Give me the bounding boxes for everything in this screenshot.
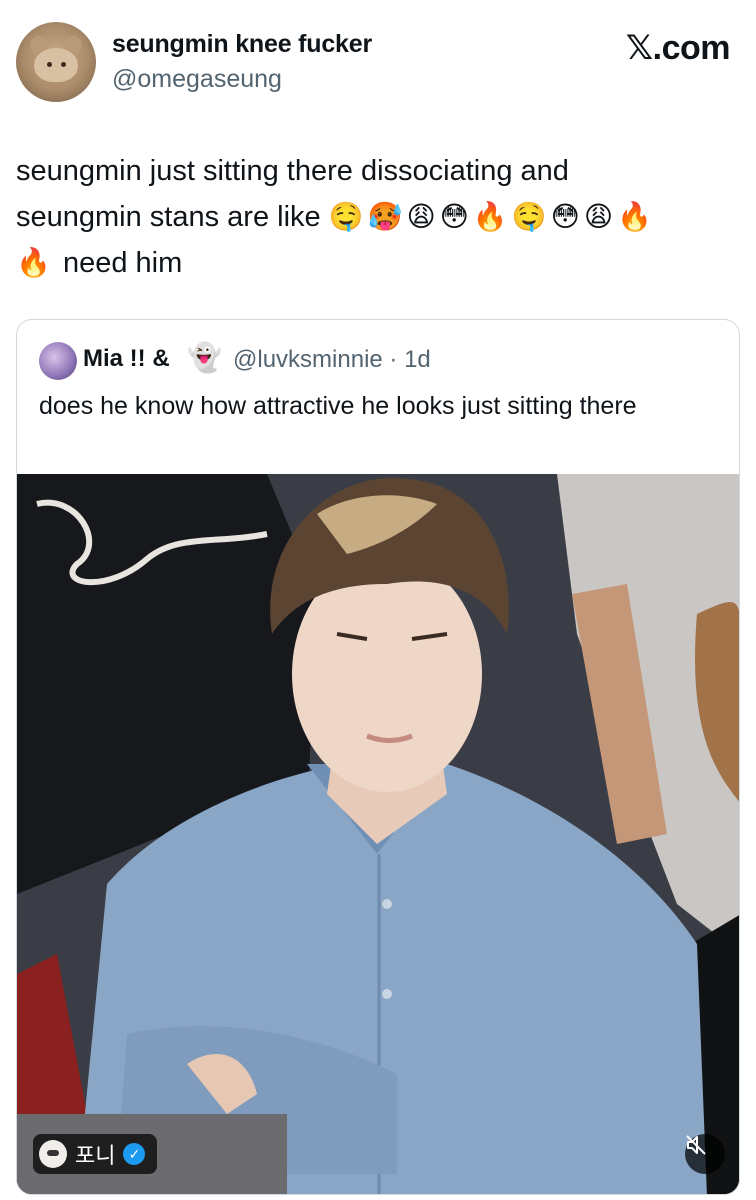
quoted-author-handle-time[interactable]: @luvksminnie · 1d [233, 346, 431, 374]
quoted-tweet-card[interactable]: Mia !! & 👻 @luvksminnie · 1d does he kno… [16, 319, 740, 1195]
flushed-face-emoji: 😳 [439, 200, 469, 233]
tweet-text-line-2-words: seungmin stans are like [16, 201, 321, 233]
media-source-badge[interactable]: 포니 ✓ [33, 1134, 158, 1174]
muted-speaker-icon[interactable] [685, 1134, 725, 1174]
verified-check-icon: ✓ [123, 1143, 146, 1165]
drooling-face-emoji: 🤤 [328, 200, 364, 233]
drooling-face-emoji: 🤤 [511, 200, 547, 233]
quoted-tweet-media[interactable]: 포니 ✓ [17, 474, 739, 1194]
tweet-text-line-1: seungmin just sitting there dissociating… [16, 155, 569, 187]
weary-face-emoji: 😩 [406, 200, 436, 233]
source-avatar-icon [39, 1140, 67, 1168]
quoted-tweet-text: does he know how attractive he looks jus… [39, 392, 637, 420]
tweet: seungmin knee fucker @omegaseung 𝕏.com s… [0, 0, 756, 1200]
quoted-author-avatar[interactable] [39, 342, 77, 380]
author-handle[interactable]: @omegaseung [112, 65, 282, 94]
avatar-eye-left [47, 62, 52, 67]
weary-face-emoji: 😩 [583, 200, 614, 233]
author-avatar[interactable] [16, 22, 96, 102]
ghost-emoji: 👻 [187, 341, 222, 374]
tweet-text-line-3-words: need him [62, 247, 183, 279]
tweet-text-line-3: 🔥 need him [16, 240, 741, 286]
fire-emoji: 🔥 [16, 246, 51, 279]
avatar-eye-right [61, 62, 66, 67]
author-display-name[interactable]: seungmin knee fucker [112, 30, 372, 59]
hot-face-emoji: 🥵 [367, 200, 403, 233]
emoji-row: 🤤 🥵 😩 😳 🔥 🤤 😳 😩 🔥 [329, 200, 656, 233]
flushed-face-emoji: 😳 [550, 200, 580, 233]
quoted-author-display-name[interactable]: Mia !! & [83, 345, 170, 373]
media-photo [17, 474, 739, 1194]
fire-emoji: 🔥 [617, 200, 652, 233]
source-label: 포니 [75, 1143, 116, 1168]
tweet-text: seungmin just sitting there dissociating… [16, 148, 741, 286]
tweet-text-line-2: seungmin stans are like 🤤 🥵 😩 😳 🔥 🤤 😳 😩 🔥 [16, 194, 741, 240]
fire-emoji: 🔥 [472, 200, 508, 233]
avatar-face [34, 48, 78, 82]
x-logo: 𝕏.com [625, 29, 731, 67]
